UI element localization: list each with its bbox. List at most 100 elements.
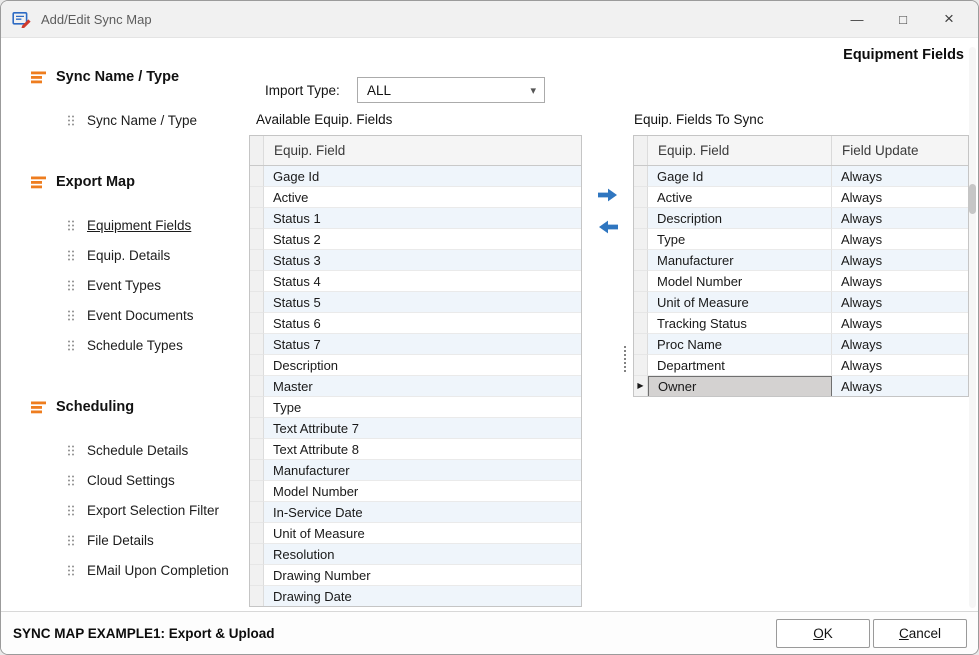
field-cell: Status 3 (264, 250, 581, 271)
move-right-button[interactable] (593, 184, 623, 206)
table-row[interactable]: ▶ Proc Name Always (634, 334, 968, 355)
scrollbar-thumb[interactable] (969, 184, 976, 214)
maximize-button[interactable]: □ (880, 1, 926, 37)
table-row[interactable]: Status 1 (250, 208, 581, 229)
table-row[interactable]: ▶ Type Always (634, 229, 968, 250)
import-type-select[interactable]: ALL ▾ (357, 77, 545, 103)
item-bullet-icon (67, 474, 75, 487)
table-row[interactable]: In-Service Date (250, 502, 581, 523)
row-marker-cell (250, 439, 264, 460)
table-row[interactable]: ▶ Owner Always (634, 376, 968, 397)
section-list-icon (31, 401, 46, 414)
sidebar-item[interactable]: Schedule Types (67, 333, 249, 357)
table-row[interactable]: Active (250, 187, 581, 208)
table-row[interactable]: ▶ Description Always (634, 208, 968, 229)
row-marker-cell: ▶ (634, 334, 648, 355)
row-marker-cell (250, 334, 264, 355)
splitter-handle[interactable] (621, 344, 629, 374)
table-row[interactable]: Text Attribute 7 (250, 418, 581, 439)
table-row[interactable]: Description (250, 355, 581, 376)
sidebar-item[interactable]: EMail Upon Completion (67, 558, 249, 582)
row-marker-cell (250, 166, 264, 187)
table-row[interactable]: ▶ Tracking Status Always (634, 313, 968, 334)
field-cell: Gage Id (648, 166, 832, 187)
sync-rows: ▶ Gage Id Always ▶ Active Always ▶ Descr… (634, 166, 968, 397)
table-row[interactable]: ▶ Department Always (634, 355, 968, 376)
add-edit-sync-map-dialog: Add/Edit Sync Map — □ × Sync Name / Type (0, 0, 979, 655)
row-marker-cell (250, 208, 264, 229)
table-row[interactable]: Gage Id (250, 166, 581, 187)
sidebar-item[interactable]: Cloud Settings (67, 468, 249, 492)
titlebar[interactable]: Add/Edit Sync Map — □ × (1, 1, 978, 38)
section-label: Export Map (56, 174, 135, 190)
table-row[interactable]: Status 2 (250, 229, 581, 250)
table-row[interactable]: ▶ Manufacturer Always (634, 250, 968, 271)
field-update-cell: Always (832, 187, 968, 208)
arrow-left-icon (598, 220, 618, 234)
table-row[interactable]: ▶ Model Number Always (634, 271, 968, 292)
arrow-right-icon (598, 188, 618, 202)
row-marker-cell (250, 292, 264, 313)
selected-row-arrow-icon: ▶ (637, 382, 643, 390)
table-row[interactable]: Unit of Measure (250, 523, 581, 544)
grid-header-row: Equip. Field Field Update (634, 136, 968, 166)
table-row[interactable]: Status 6 (250, 313, 581, 334)
sidebar-item[interactable]: Event Documents (67, 303, 249, 327)
field-cell: Active (264, 187, 581, 208)
panel-title: Equipment Fields (843, 47, 964, 63)
sidebar-item[interactable]: Event Types (67, 273, 249, 297)
table-row[interactable]: Resolution (250, 544, 581, 565)
table-row[interactable]: Status 3 (250, 250, 581, 271)
table-row[interactable]: Manufacturer (250, 460, 581, 481)
sidebar-item[interactable]: Sync Name / Type (67, 108, 249, 132)
sidebar-item-label: Sync Name / Type (87, 113, 197, 128)
field-update-cell: Always (832, 250, 968, 271)
sidebar-item[interactable]: Equipment Fields (67, 213, 249, 237)
close-button[interactable]: × (926, 1, 972, 37)
table-row[interactable]: Type (250, 397, 581, 418)
table-row[interactable]: Status 7 (250, 334, 581, 355)
row-marker-cell: ▶ (634, 187, 648, 208)
sidebar-item[interactable]: Schedule Details (67, 438, 249, 462)
ok-button-accesskey: O (813, 626, 824, 641)
scrollbar-track[interactable] (969, 47, 976, 608)
section-header: Scheduling (31, 395, 249, 419)
field-update-cell: Always (832, 376, 968, 397)
field-update-cell: Always (832, 355, 968, 376)
column-header-equip-field[interactable]: Equip. Field (264, 136, 581, 165)
field-update-cell: Always (832, 292, 968, 313)
sidebar-item-label: Event Documents (87, 308, 194, 323)
field-cell: Text Attribute 8 (264, 439, 581, 460)
cancel-button[interactable]: Cancel (873, 619, 967, 648)
field-cell: Model Number (264, 481, 581, 502)
ok-button[interactable]: OK (776, 619, 870, 648)
sidebar-item[interactable]: Export Selection Filter (67, 498, 249, 522)
sync-fields-title: Equip. Fields To Sync (634, 112, 764, 127)
sidebar-item[interactable]: Equip. Details (67, 243, 249, 267)
row-marker-cell (250, 229, 264, 250)
item-bullet-icon (67, 564, 75, 577)
app-icon (12, 10, 32, 28)
table-row[interactable]: ▶ Unit of Measure Always (634, 292, 968, 313)
table-row[interactable]: Drawing Date (250, 586, 581, 607)
field-cell: Status 6 (264, 313, 581, 334)
minimize-button[interactable]: — (834, 1, 880, 37)
sidebar-item[interactable]: File Details (67, 528, 249, 552)
table-row[interactable]: ▶ Gage Id Always (634, 166, 968, 187)
table-row[interactable]: Status 4 (250, 271, 581, 292)
field-cell: Resolution (264, 544, 581, 565)
table-row[interactable]: Status 5 (250, 292, 581, 313)
section-header: Sync Name / Type (31, 65, 249, 89)
table-row[interactable]: ▶ Active Always (634, 187, 968, 208)
table-row[interactable]: Drawing Number (250, 565, 581, 586)
cancel-button-label: ancel (909, 626, 941, 641)
column-header-field-update[interactable]: Field Update (832, 136, 968, 165)
section-label: Sync Name / Type (56, 69, 179, 85)
column-header-equip-field[interactable]: Equip. Field (648, 136, 832, 165)
table-row[interactable]: Master (250, 376, 581, 397)
move-left-button[interactable] (593, 216, 623, 238)
row-marker-cell (250, 397, 264, 418)
table-row[interactable]: Model Number (250, 481, 581, 502)
table-row[interactable]: Text Attribute 8 (250, 439, 581, 460)
cancel-button-accesskey: C (899, 626, 909, 641)
